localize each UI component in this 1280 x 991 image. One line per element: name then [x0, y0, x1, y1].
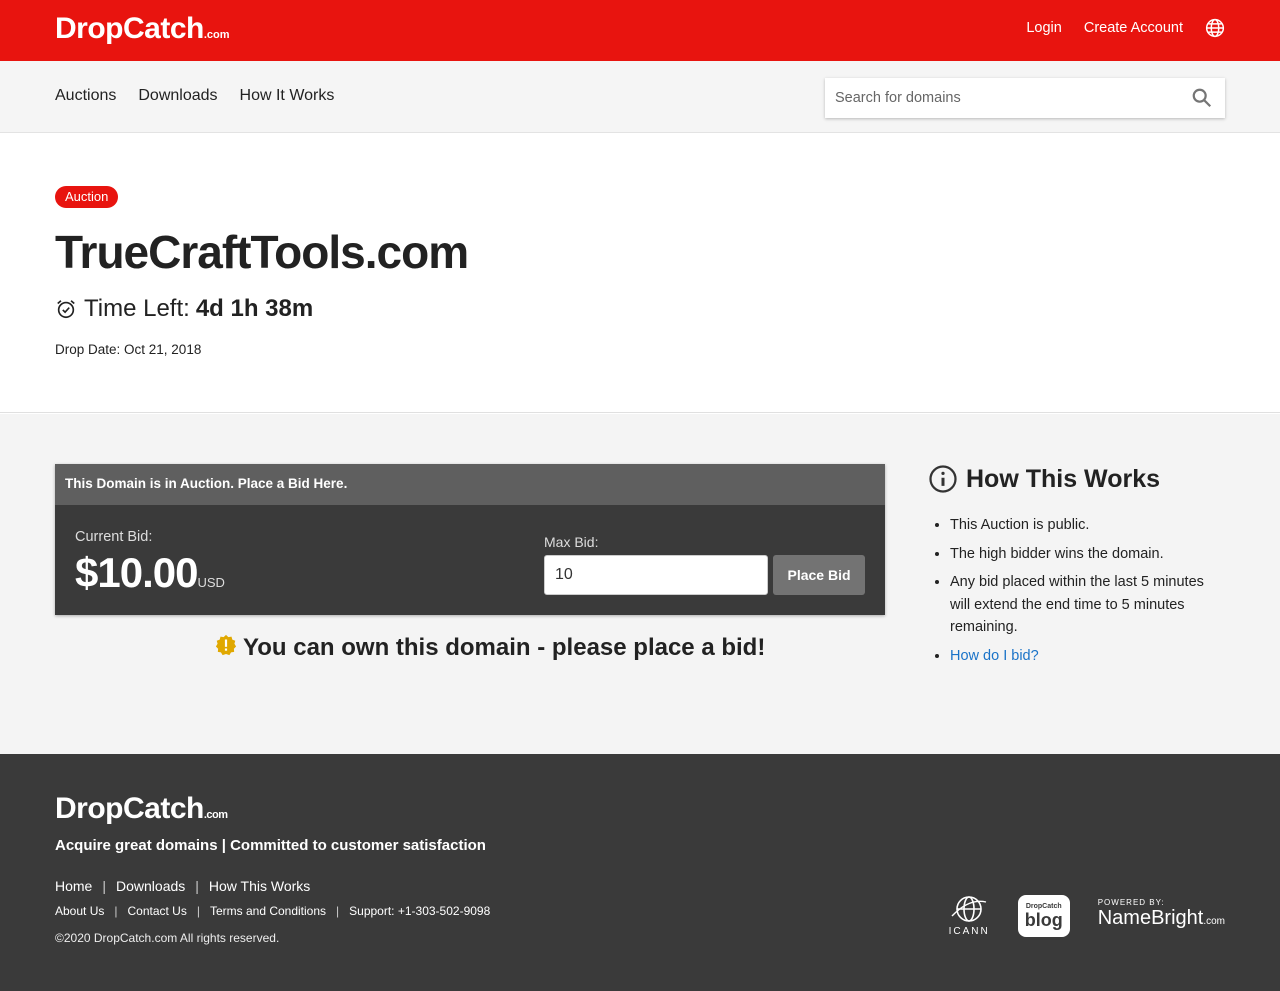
footer-link-terms[interactable]: Terms and Conditions: [210, 904, 326, 918]
list-item: How do I bid?: [950, 645, 1228, 668]
footer-badges: ICANN DropCatch blog POWERED BY: NameBri…: [949, 894, 1225, 937]
time-left-label: Time Left:: [84, 295, 190, 322]
place-bid-button[interactable]: Place Bid: [773, 555, 865, 595]
namebright-text: NameBright: [1097, 907, 1204, 929]
current-bid-label: Current Bid:: [75, 529, 153, 545]
time-left: Time Left: 4d 1h 38m: [55, 295, 313, 323]
auction-badge: Auction: [55, 186, 119, 208]
namebright-badge[interactable]: POWERED BY: NameBright.com: [1098, 898, 1225, 933]
bid-section: This Domain is in Auction. Place a Bid H…: [0, 414, 1280, 754]
list-item: The high bidder wins the domain.: [950, 543, 1228, 566]
time-left-value: 4d 1h 38m: [195, 295, 314, 322]
search-input[interactable]: [825, 78, 1165, 118]
icann-label: ICANN: [948, 926, 990, 937]
divider: |: [336, 904, 340, 918]
nav-item-how-it-works[interactable]: How It Works: [240, 87, 335, 105]
dropcatch-logo[interactable]: DropCatch.com: [55, 12, 230, 52]
divider: |: [196, 904, 200, 918]
footer-secondary-links: About Us | Contact Us | Terms and Condit…: [55, 904, 490, 918]
bid-panel: This Domain is in Auction. Place a Bid H…: [55, 464, 885, 615]
footer-logo-text: DropCatch: [55, 792, 204, 825]
account-links: Login Create Account: [1026, 18, 1225, 38]
icann-badge[interactable]: ICANN: [949, 894, 990, 937]
own-domain-message: You can own this domain - please place a…: [215, 634, 765, 662]
domain-title: TrueCraftTools.com: [55, 226, 469, 278]
footer-link-about-us[interactable]: About Us: [55, 904, 104, 918]
powered-by-label: POWERED BY:: [1097, 898, 1165, 907]
listing-header: Auction TrueCraftTools.com Time Left: 4d…: [0, 133, 1280, 413]
divider: |: [195, 878, 199, 894]
create-account-link[interactable]: Create Account: [1084, 20, 1183, 36]
warning-badge-icon: [215, 634, 237, 656]
footer-logo[interactable]: DropCatch.com: [55, 792, 228, 826]
max-bid-label: Max Bid:: [544, 534, 599, 550]
search-box: [825, 78, 1225, 118]
copyright: ©2020 DropCatch.com All rights reserved.: [55, 931, 280, 945]
current-bid-value: $10.00: [75, 549, 198, 596]
footer-link-contact-us[interactable]: Contact Us: [127, 904, 186, 918]
currency-label: USD: [197, 575, 225, 590]
footer-link-downloads[interactable]: Downloads: [116, 878, 185, 894]
how-this-works-heading: How This Works: [966, 464, 1161, 493]
blog-badge-big: blog: [1024, 909, 1063, 930]
footer: DropCatch.com Acquire great domains | Co…: [0, 754, 1280, 991]
how-do-i-bid-link[interactable]: How do I bid?: [950, 648, 1039, 664]
footer-logo-tld: .com: [203, 809, 228, 821]
divider: |: [102, 878, 106, 894]
how-this-works-title: How This Works: [928, 464, 1228, 494]
footer-link-support[interactable]: Support: +1-303-502-9098: [349, 904, 490, 918]
list-item: Any bid placed within the last 5 minutes…: [950, 571, 1228, 639]
footer-link-home[interactable]: Home: [55, 878, 92, 894]
drop-date: Drop Date: Oct 21, 2018: [55, 342, 202, 357]
nav-item-auctions[interactable]: Auctions: [55, 87, 116, 105]
nav-links: Auctions Downloads How It Works: [55, 87, 334, 105]
own-domain-text: You can own this domain - please place a…: [243, 634, 766, 661]
current-bid: $10.00USD: [75, 549, 225, 597]
bid-panel-body: Current Bid: $10.00USD Max Bid: Place Bi…: [55, 505, 885, 615]
search-icon[interactable]: [1191, 87, 1213, 109]
icann-globe-icon: [951, 896, 987, 922]
how-this-works-list: This Auction is public. The high bidder …: [928, 514, 1228, 667]
logo-text: DropCatch: [55, 12, 204, 45]
login-link[interactable]: Login: [1026, 20, 1061, 36]
footer-primary-links: Home | Downloads | How This Works: [55, 878, 310, 894]
divider: |: [114, 904, 118, 918]
namebright-tld: .com: [1203, 916, 1225, 927]
alarm-clock-icon: [57, 300, 75, 319]
logo-tld: .com: [203, 29, 230, 41]
globe-icon[interactable]: [1205, 18, 1225, 38]
list-item: This Auction is public.: [950, 514, 1228, 537]
main-nav: Auctions Downloads How It Works: [0, 61, 1280, 133]
namebright-logo: NameBright.com: [1098, 907, 1225, 933]
max-bid-input[interactable]: [544, 555, 768, 595]
info-icon: [929, 465, 957, 493]
footer-link-how-this-works[interactable]: How This Works: [209, 878, 310, 894]
how-this-works: How This Works This Auction is public. T…: [928, 464, 1228, 673]
footer-tagline: Acquire great domains | Committed to cus…: [55, 837, 486, 854]
dropcatch-blog-badge[interactable]: DropCatch blog: [1017, 894, 1070, 937]
bid-panel-header: This Domain is in Auction. Place a Bid H…: [55, 464, 885, 505]
top-bar: DropCatch.com Login Create Account: [0, 0, 1280, 61]
nav-item-downloads[interactable]: Downloads: [138, 87, 217, 105]
